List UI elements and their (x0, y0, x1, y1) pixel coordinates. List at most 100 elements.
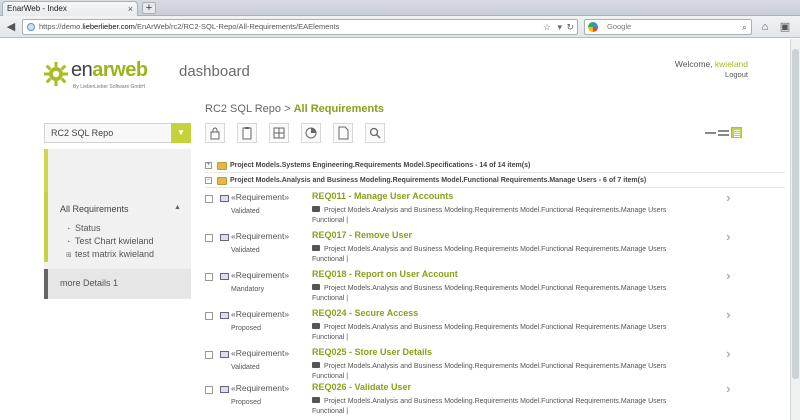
google-icon[interactable] (588, 22, 598, 32)
chevron-down-icon[interactable]: ▼ (171, 123, 191, 143)
folder-row-manage-users[interactable]: − Project Models.Analysis and Business M… (205, 174, 785, 188)
collapse-icon[interactable]: − (205, 177, 212, 184)
breadcrumb-repo[interactable]: RC2 SQL Repo (205, 103, 281, 115)
package-path-tail: Functional | (312, 373, 349, 380)
table-icon[interactable] (269, 123, 289, 143)
sidebar-section-all-requirements[interactable]: All Requirements (60, 204, 129, 214)
address-bar[interactable]: https://demo.lieberlieber.com/EnArWeb/rc… (22, 19, 578, 35)
search-icon[interactable] (365, 123, 385, 143)
row-checkbox[interactable] (205, 234, 213, 242)
folder-icon (312, 397, 320, 403)
document-icon[interactable] (333, 123, 353, 143)
folder-icon (217, 162, 227, 170)
requirement-title-link[interactable]: REQ026 - Validate User (312, 382, 411, 392)
gear-logo-icon (44, 62, 68, 86)
expand-icon[interactable]: + (205, 162, 212, 169)
sidebar-item-test-chart[interactable]: ◔ Test Chart kwieland (66, 236, 154, 246)
sidebar-active-accent (44, 192, 48, 262)
clipboard-icon[interactable] (237, 123, 257, 143)
new-tab-button[interactable]: + (142, 2, 156, 14)
package-path-text: Project Models.Analysis and Business Mod… (324, 398, 667, 405)
package-path-text: Project Models.Analysis and Business Mod… (324, 207, 667, 214)
user-link[interactable]: kwieland (715, 59, 748, 69)
folder-label: Project Models.Analysis and Business Mod… (230, 177, 647, 184)
star-icon[interactable]: ☆ (543, 20, 551, 34)
requirement-row[interactable]: «Requirement» Mandatory REQ018 - Report … (205, 268, 785, 307)
requirement-title-link[interactable]: REQ025 - Store User Details (312, 347, 432, 357)
browser-tab[interactable]: EnarWeb - Index × (2, 1, 138, 16)
list-view-icon[interactable] (718, 127, 729, 138)
folder-icon (312, 323, 320, 329)
url-path: /EnArWeb/rc2/RC2-SQL-Repo/All-Requiremen… (134, 22, 340, 31)
requirement-title-link[interactable]: REQ017 - Remove User (312, 230, 412, 240)
status-label: Validated (231, 364, 260, 371)
row-checkbox[interactable] (205, 273, 213, 281)
collapse-arrow-icon[interactable]: ▲ (174, 204, 181, 211)
lock-icon[interactable] (205, 123, 225, 143)
browser-tab-bar: EnarWeb - Index × + (0, 0, 800, 16)
search-icon[interactable]: ⌕ (742, 20, 747, 34)
enarweb-logo[interactable]: enarweb By LieberLieber Software GmbH (43, 57, 148, 95)
chevron-right-icon[interactable]: ›› (726, 307, 729, 322)
requirement-row[interactable]: «Requirement» Validated REQ011 - Manage … (205, 190, 785, 229)
package-path: Project Models.Analysis and Business Mod… (312, 284, 666, 292)
row-checkbox[interactable] (205, 195, 213, 203)
requirement-row[interactable]: «Requirement» Validated REQ025 - Store U… (205, 346, 785, 385)
chevron-right-icon[interactable]: ›› (726, 268, 729, 283)
pie-chart-icon[interactable] (301, 123, 321, 143)
folder-icon (312, 284, 320, 290)
search-placeholder: Google (607, 22, 632, 31)
package-path: Project Models.Analysis and Business Mod… (312, 323, 666, 331)
chevron-right-icon[interactable]: ›› (726, 381, 729, 396)
package-path-text: Project Models.Analysis and Business Mod… (324, 324, 667, 331)
chevron-right-icon[interactable]: ›› (726, 190, 729, 205)
tab-close-icon[interactable]: × (128, 2, 133, 16)
vertical-scrollbar[interactable] (790, 39, 800, 420)
globe-icon (27, 23, 35, 31)
chevron-right-icon[interactable]: ›› (726, 346, 729, 361)
home-icon[interactable]: ⌂ (756, 19, 774, 35)
package-path: Project Models.Analysis and Business Mod… (312, 206, 666, 214)
requirement-icon (220, 351, 229, 358)
compact-view-icon[interactable] (705, 127, 716, 138)
folder-icon (312, 245, 320, 251)
folder-icon (312, 206, 320, 212)
reload-icon[interactable]: ↻ (566, 20, 574, 34)
welcome-message: Welcome, kwieland (675, 59, 748, 69)
folder-icon (312, 362, 320, 368)
package-path: Project Models.Analysis and Business Mod… (312, 245, 666, 253)
repo-select[interactable]: RC2 SQL Repo ▼ (44, 123, 191, 143)
menu-icon[interactable]: ▣ (776, 19, 794, 35)
back-arrow-icon[interactable]: ◀ (2, 19, 20, 35)
chevron-right-icon[interactable]: ›› (726, 229, 729, 244)
status-label: Validated (231, 247, 260, 254)
folder-row-specifications[interactable]: + Project Models.Systems Engineering.Req… (205, 159, 785, 173)
requirement-row[interactable]: «Requirement» Validated REQ017 - Remove … (205, 229, 785, 268)
sidebar-more-details[interactable]: more Details 1 (44, 269, 191, 299)
detail-view-icon[interactable] (731, 127, 742, 138)
requirement-title-link[interactable]: REQ018 - Report on User Account (312, 269, 458, 279)
requirement-row[interactable]: «Requirement» Proposed REQ026 - Validate… (205, 381, 785, 420)
welcome-text: Welcome, (674, 59, 715, 69)
status-label: Proposed (231, 399, 261, 406)
stereotype-label: «Requirement» (231, 192, 290, 202)
package-path-text: Project Models.Analysis and Business Mod… (324, 285, 667, 292)
stereotype-label: «Requirement» (231, 270, 290, 280)
repo-select-value: RC2 SQL Repo (51, 128, 114, 138)
logout-link[interactable]: Logout (725, 70, 748, 79)
stereotype-label: «Requirement» (231, 383, 290, 393)
row-checkbox[interactable] (205, 386, 213, 394)
requirement-row[interactable]: «Requirement» Proposed REQ024 - Secure A… (205, 307, 785, 346)
requirement-title-link[interactable]: REQ011 - Manage User Accounts (312, 191, 453, 201)
row-checkbox[interactable] (205, 351, 213, 359)
sidebar-item-test-matrix[interactable]: ⊞ test matrix kwieland (66, 249, 154, 259)
scrollbar-thumb[interactable] (792, 49, 799, 379)
dropdown-icon[interactable]: ▾ (557, 20, 562, 34)
row-checkbox[interactable] (205, 312, 213, 320)
requirement-title-link[interactable]: REQ024 - Secure Access (312, 308, 418, 318)
search-bar[interactable]: Google ⌕ (584, 19, 752, 35)
folder-label: Project Models.Systems Engineering.Requi… (230, 162, 531, 169)
sidebar-item-status[interactable]: ◔ Status (66, 223, 101, 233)
page-content: enarweb By LieberLieber Software GmbH da… (0, 39, 790, 420)
requirement-icon (220, 195, 229, 202)
